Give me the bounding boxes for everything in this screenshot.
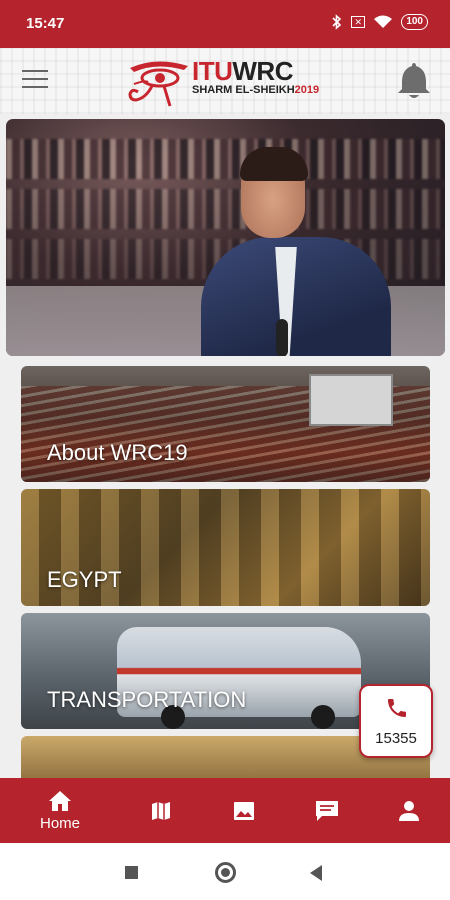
hero-crowd	[6, 139, 445, 179]
category-card-about[interactable]: About WRC19	[21, 366, 430, 482]
wifi-icon	[374, 15, 393, 28]
status-icons: ✕ 100	[332, 14, 428, 30]
category-label-about: About WRC19	[47, 440, 188, 465]
eye-of-horus-logo	[128, 61, 188, 107]
home-icon	[49, 790, 71, 811]
system-navigation-bar	[0, 843, 450, 900]
nav-gallery[interactable]	[204, 778, 284, 843]
hamburger-menu-icon[interactable]	[22, 70, 48, 90]
map-icon	[152, 801, 170, 820]
app-header: ITUWRC SHARM EL-SHEIKH2019	[0, 48, 450, 114]
category-card-egypt[interactable]: EGYPT	[21, 489, 430, 606]
chat-icon	[316, 800, 338, 821]
recent-apps-button[interactable]	[125, 866, 138, 879]
hero-crowd	[6, 189, 445, 229]
logo-title: ITUWRC	[192, 56, 293, 87]
logo-year: 2019	[294, 84, 320, 96]
bus-wheel	[311, 705, 335, 729]
bell-icon[interactable]	[396, 60, 432, 100]
home-system-button[interactable]	[215, 862, 236, 883]
category-label-egypt: EGYPT	[47, 567, 122, 592]
nav-home-label: Home	[39, 814, 80, 832]
nfc-icon: ✕	[351, 16, 366, 28]
status-bar: 15:47 ✕ 100	[0, 0, 450, 48]
logo-itu-text: ITU	[192, 56, 233, 86]
gallery-icon	[234, 801, 254, 820]
battery-icon: 100	[401, 14, 428, 30]
category-label-transportation: TRANSPORTATION	[47, 687, 247, 712]
status-time: 15:47	[26, 15, 65, 32]
bluetooth-icon	[332, 14, 342, 30]
logo-location: SHARM EL-SHEIKH	[192, 84, 295, 96]
profile-icon	[399, 800, 419, 821]
phone-icon	[388, 699, 406, 717]
back-button[interactable]	[310, 865, 322, 881]
logo-wrc-text: WRC	[232, 56, 293, 86]
nav-profile[interactable]	[369, 778, 449, 843]
hero-banner[interactable]	[6, 119, 445, 356]
microphone	[276, 319, 288, 356]
bottom-navigation: Home	[0, 778, 450, 843]
logo-subtitle: SHARM EL-SHEIKH2019	[192, 84, 319, 96]
nav-home[interactable]: Home	[20, 778, 100, 843]
nav-messages[interactable]	[287, 778, 367, 843]
conference-screen	[309, 374, 393, 426]
app-logo: ITUWRC SHARM EL-SHEIKH2019	[126, 54, 322, 112]
nav-map[interactable]	[121, 778, 201, 843]
hotline-number: 15355	[375, 730, 417, 747]
call-hotline-button[interactable]: 15355	[359, 684, 433, 758]
battery-level: 100	[406, 16, 423, 27]
